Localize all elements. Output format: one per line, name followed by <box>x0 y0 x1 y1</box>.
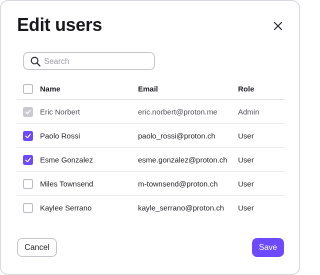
user-email: eric.norbert@proton.me <box>138 107 218 116</box>
save-button[interactable]: Save <box>252 238 284 257</box>
search-input[interactable] <box>44 54 149 68</box>
column-header-role: Role <box>238 84 255 94</box>
user-role: User <box>238 131 254 140</box>
user-name: Kaylee Serrano <box>40 203 92 212</box>
table-row[interactable]: Miles Townsend m-townsend@proton.ch User <box>17 172 285 196</box>
dialog-title: Edit users <box>17 15 103 35</box>
user-role: User <box>238 179 254 188</box>
column-header-email: Email <box>138 84 159 94</box>
row-checkbox[interactable] <box>23 202 33 213</box>
user-email: esme.gonzalez@proton.ch <box>138 155 228 164</box>
user-email: kayle_serrano@proton.ch <box>138 203 224 212</box>
user-name: Eric Norbert <box>40 107 81 116</box>
user-name: Esme Gonzalez <box>40 155 93 164</box>
user-email: paolo_rossi@proton.ch <box>138 131 216 140</box>
edit-users-dialog: Edit users Name Email Role Eric Norbert e… <box>0 0 300 275</box>
table-row[interactable]: Eric Norbert eric.norbert@proton.me Admin <box>17 100 285 124</box>
table-row[interactable]: Paolo Rossi paolo_rossi@proton.ch User <box>17 124 285 148</box>
row-checkbox[interactable] <box>23 154 33 165</box>
user-email: m-townsend@proton.ch <box>138 179 218 188</box>
close-button[interactable] <box>271 19 285 33</box>
user-role: User <box>238 203 254 212</box>
table-row[interactable]: Esme Gonzalez esme.gonzalez@proton.ch User <box>17 148 285 172</box>
user-name: Miles Townsend <box>40 179 94 188</box>
user-name: Paolo Rossi <box>40 131 81 140</box>
user-role: User <box>238 155 254 164</box>
table-header: Name Email Role <box>17 79 285 100</box>
checkmark-icon <box>25 157 31 162</box>
select-all-checkbox[interactable] <box>23 84 33 94</box>
table-row[interactable]: Kaylee Serrano kayle_serrano@proton.ch Use… <box>17 196 285 219</box>
search-icon <box>30 56 41 67</box>
row-checkbox[interactable] <box>23 178 33 189</box>
search-box[interactable] <box>23 52 155 70</box>
user-role: Admin <box>238 107 260 116</box>
checkmark-icon <box>25 109 31 114</box>
row-checkbox <box>23 106 33 117</box>
row-checkbox[interactable] <box>23 130 33 141</box>
close-icon <box>273 21 283 31</box>
checkmark-icon <box>25 133 31 138</box>
column-header-name: Name <box>40 84 61 94</box>
cancel-button[interactable]: Cancel <box>17 238 57 257</box>
